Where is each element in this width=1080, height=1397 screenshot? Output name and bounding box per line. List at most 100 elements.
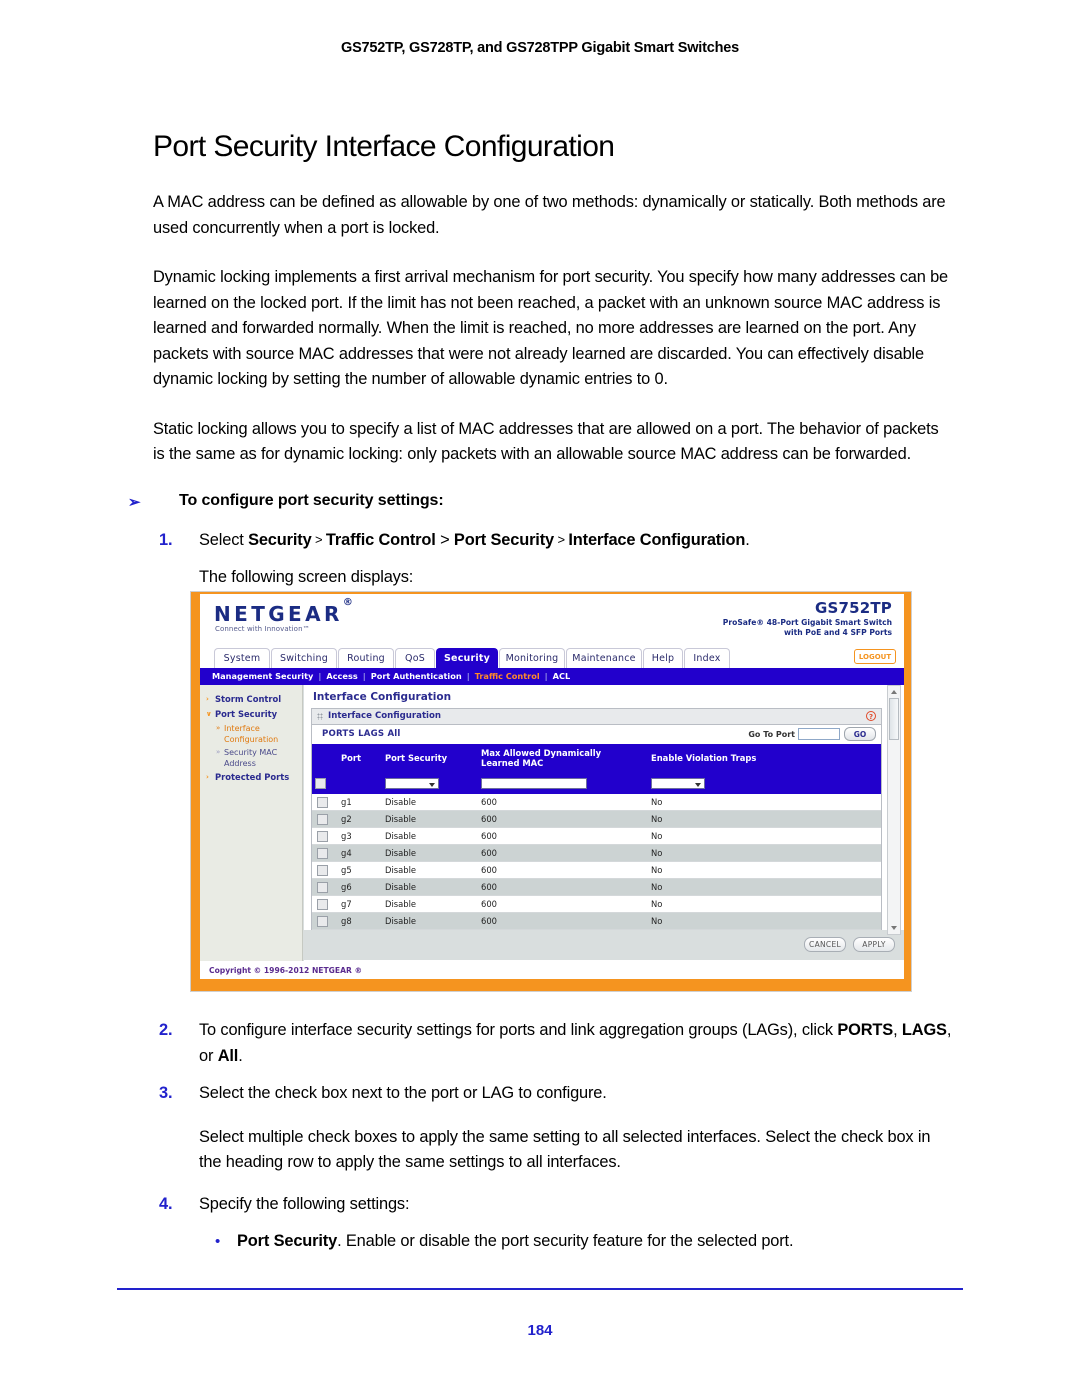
menu-path-traffic-control: Traffic Control [325, 530, 436, 549]
row-checkbox[interactable] [317, 847, 328, 859]
vertical-scrollbar[interactable] [887, 685, 901, 935]
table-row[interactable]: g3 Disable 600 No [312, 827, 881, 845]
bullet-port-security-text: . Enable or disable the port security fe… [337, 1232, 794, 1250]
bullet-port-security-label: Port Security [237, 1232, 338, 1250]
port-security-table: Port Port Security Max Allowed Dynamical… [312, 745, 881, 930]
cancel-button[interactable]: CANCEL [804, 937, 846, 952]
row-checkbox-cell [312, 810, 336, 828]
row-cell-violation-traps: No [646, 878, 881, 896]
row-checkbox[interactable] [317, 898, 328, 910]
document-content-lower: 2. To configure interface security setti… [153, 1018, 953, 1265]
card-footer: CANCEL APPLY [304, 930, 904, 960]
sidebar-item-label: Port Security [215, 709, 278, 719]
sidebar-item-port-security[interactable]: ∨ Port Security [200, 707, 302, 722]
row-cell-port-security: Disable [380, 810, 476, 828]
select-all-cell [312, 771, 336, 794]
row-cell-max-allowed: 600 [476, 895, 646, 913]
row-cell-violation-traps: No [646, 810, 881, 828]
tab-qos[interactable]: QoS [395, 648, 435, 668]
tab-help[interactable]: Help [643, 648, 683, 668]
sidebar-item-label: Storm Control [215, 694, 282, 704]
scroll-down-arrow-icon[interactable] [891, 926, 897, 930]
table-row[interactable]: g6 Disable 600 No [312, 878, 881, 896]
chevron-icon: » [216, 748, 221, 756]
menu-path-interface-configuration: Interface Configuration [568, 530, 746, 549]
step-1-number: 1. [159, 530, 173, 549]
submenu-item-management-security[interactable]: Management Security [212, 671, 313, 681]
bullet-dot-icon: • [215, 1233, 221, 1250]
step-4-number: 4. [159, 1194, 173, 1213]
step-1-period: . [745, 530, 750, 549]
row-cell-violation-traps: No [646, 794, 881, 811]
scroll-up-arrow-icon[interactable] [891, 690, 897, 694]
tab-index[interactable]: Index [684, 648, 730, 668]
submenu-separator: | [544, 671, 548, 681]
submenu-item-acl[interactable]: ACL [553, 671, 571, 681]
max-allowed-input[interactable] [481, 778, 587, 789]
netgear-wordmark: NETGEAR [214, 602, 343, 626]
sidebar-item-storm-control[interactable]: › Storm Control [200, 692, 302, 707]
tab-routing[interactable]: Routing [338, 648, 394, 668]
apply-button[interactable]: APPLY [853, 937, 895, 952]
row-cell-port: g6 [336, 878, 380, 896]
port-security-dropdown[interactable] [385, 778, 439, 789]
column-header-port-security: Port Security [380, 745, 476, 771]
table-filter-bar: PORTS LAGS All Go To Port GO [312, 725, 881, 745]
step-3-number: 3. [159, 1084, 173, 1102]
drag-grip-icon [317, 713, 323, 720]
step-1-verb: Select [199, 530, 244, 549]
go-button[interactable]: GO [844, 727, 876, 741]
row-checkbox[interactable] [317, 864, 328, 876]
row-cell-max-allowed: 600 [476, 794, 646, 811]
step-3: 3. Select the check box next to the port… [153, 1081, 953, 1107]
help-icon[interactable]: ? [866, 711, 876, 721]
submenu-item-traffic-control[interactable]: Traffic Control [475, 671, 540, 681]
step-2-number: 2. [159, 1021, 173, 1039]
row-checkbox[interactable] [317, 915, 328, 927]
tab-maintenance[interactable]: Maintenance [566, 648, 642, 668]
ports-lags-all-selector[interactable]: PORTS LAGS All [322, 729, 401, 739]
submenu-item-port-authentication[interactable]: Port Authentication [371, 671, 462, 681]
row-checkbox[interactable] [317, 830, 328, 842]
table-row[interactable]: g2 Disable 600 No [312, 810, 881, 828]
sidebar-item-label: Security MAC Address [224, 748, 278, 768]
table-row[interactable]: g7 Disable 600 No [312, 895, 881, 913]
select-all-checkbox[interactable] [315, 778, 326, 789]
paragraph-2: Dynamic locking implements a first arriv… [153, 268, 949, 388]
row-checkbox-cell [312, 861, 336, 879]
device-tab-bar: LOGOUT System Switching Routing QoS Security… [200, 646, 904, 668]
violation-traps-dropdown[interactable] [651, 778, 705, 789]
interface-configuration-card: Interface Configuration ? PORTS LAGS All… [311, 708, 882, 930]
row-checkbox[interactable] [317, 881, 328, 893]
submenu-item-access[interactable]: Access [326, 671, 357, 681]
row-cell-violation-traps: No [646, 827, 881, 845]
row-checkbox[interactable] [317, 796, 328, 808]
row-cell-port: g4 [336, 844, 380, 862]
row-cell-violation-traps: No [646, 844, 881, 862]
step-1-follow-text: The following screen displays: [199, 568, 414, 586]
row-checkbox[interactable] [317, 813, 328, 825]
scrollbar-thumb[interactable] [889, 698, 899, 740]
sidebar-item-label: Interface Configuration [224, 724, 279, 744]
card-header: Interface Configuration ? [312, 709, 881, 725]
sidebar-item-security-mac-address[interactable]: » Security MAC Address [200, 746, 302, 770]
step-4-text: Specify the following settings: [199, 1194, 410, 1213]
column-header-checkbox [312, 745, 336, 771]
row-cell-violation-traps: No [646, 895, 881, 913]
device-model-desc-line1: ProSafe® 48-Port Gigabit Smart Switch [722, 618, 892, 627]
table-row[interactable]: g4 Disable 600 No [312, 844, 881, 862]
tab-system[interactable]: System [214, 648, 270, 668]
tab-monitoring[interactable]: Monitoring [499, 648, 565, 668]
table-row[interactable]: g1 Disable 600 No [312, 794, 881, 811]
table-row[interactable]: g8 Disable 600 No [312, 912, 881, 930]
row-cell-port: g1 [336, 794, 380, 811]
tab-security[interactable]: Security [436, 648, 498, 668]
sidebar-item-interface-configuration[interactable]: » Interface Configuration [200, 722, 302, 746]
logout-button[interactable]: LOGOUT [854, 649, 896, 664]
sidebar-item-protected-ports[interactable]: › Protected Ports [200, 770, 302, 785]
tab-switching[interactable]: Switching [271, 648, 337, 668]
go-to-port-input[interactable] [798, 728, 840, 740]
chevron-icon: › [206, 773, 209, 781]
table-row[interactable]: g5 Disable 600 No [312, 861, 881, 879]
row-checkbox-cell [312, 895, 336, 913]
